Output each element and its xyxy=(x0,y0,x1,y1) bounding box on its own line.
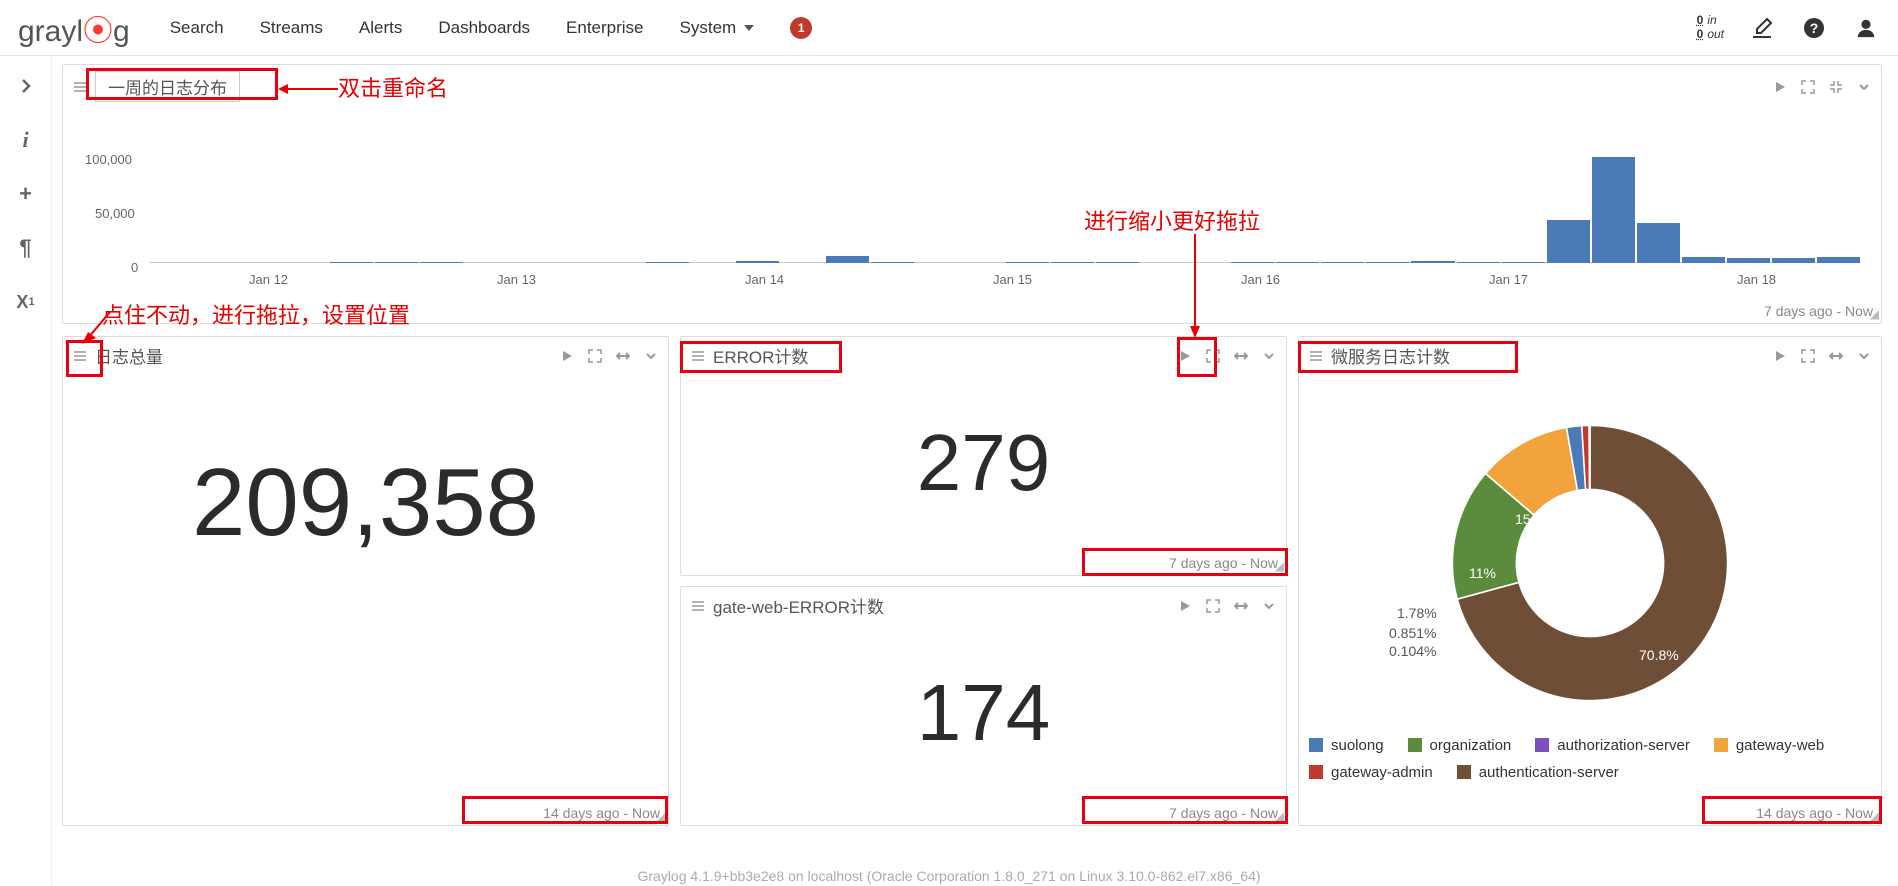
widget-title[interactable]: ERROR计数 xyxy=(713,343,808,368)
throughput-indicator: 0 in 0 out xyxy=(1697,14,1724,40)
widget-title[interactable]: gate-web-ERROR计数 xyxy=(713,593,884,618)
move-icon[interactable] xyxy=(1829,349,1843,363)
play-icon[interactable] xyxy=(1773,349,1787,363)
drag-icon[interactable] xyxy=(691,599,705,613)
y-tick: 0 xyxy=(131,260,138,275)
drag-icon[interactable] xyxy=(73,349,87,363)
svg-text:?: ? xyxy=(1810,20,1819,36)
notifications-badge[interactable]: 1 xyxy=(790,17,812,39)
expand-icon[interactable] xyxy=(1801,349,1815,363)
x-tick: Jan 17 xyxy=(1489,272,1528,287)
edit-icon[interactable] xyxy=(1748,14,1776,42)
metric-value: 174 xyxy=(917,667,1050,759)
legend-item[interactable]: gateway-web xyxy=(1714,737,1824,754)
chevron-down-icon[interactable] xyxy=(1262,599,1276,613)
move-icon[interactable] xyxy=(1234,349,1248,363)
move-icon[interactable] xyxy=(616,349,630,363)
widget-title[interactable]: 微服务日志计数 xyxy=(1331,343,1450,368)
sidebar: i + ¶ X1 xyxy=(0,56,52,886)
play-icon[interactable] xyxy=(1178,599,1192,613)
chevron-down-icon[interactable] xyxy=(1857,349,1871,363)
chevron-down-icon[interactable] xyxy=(644,349,658,363)
legend-item[interactable]: suolong xyxy=(1309,737,1384,754)
sidebar-plus-icon[interactable]: + xyxy=(12,180,40,208)
move-icon[interactable] xyxy=(1234,599,1248,613)
footer-version: Graylog 4.1.9+bb3e2e8 on localhost (Orac… xyxy=(637,868,1260,884)
x-tick: Jan 13 xyxy=(497,272,536,287)
bar-chart xyxy=(149,146,1861,263)
widget-microservice-logs: 微服务日志计数 0.104% 0.851% 1.78% 11% 15.5% 70… xyxy=(1298,336,1882,826)
legend: suolong organization authorization-serve… xyxy=(1299,733,1881,783)
resize-handle[interactable]: ◢ xyxy=(657,809,666,823)
nav-right: 0 in 0 out ? xyxy=(1697,14,1880,42)
collapse-icon[interactable] xyxy=(1829,80,1843,94)
drag-icon[interactable] xyxy=(73,80,87,94)
expand-icon[interactable] xyxy=(1206,599,1220,613)
resize-handle[interactable]: ◢ xyxy=(1275,809,1284,823)
widget-title[interactable]: 日志总量 xyxy=(95,343,163,368)
main: i + ¶ X1 一周的日志分布 100,000 50,000 xyxy=(0,56,1898,886)
widget-title[interactable]: 一周的日志分布 xyxy=(95,71,240,102)
slice-label: 1.78% xyxy=(1397,605,1437,621)
navbar: grayl⦿g Search Streams Alerts Dashboards… xyxy=(0,0,1898,56)
drag-icon[interactable] xyxy=(1309,349,1323,363)
slice-label: 11% xyxy=(1469,565,1496,581)
widget-footer: 7 days ago - Now xyxy=(63,301,1881,323)
y-tick: 100,000 xyxy=(85,152,132,167)
dashboard-content: 一周的日志分布 100,000 50,000 0 Jan 12 Jan 13 J… xyxy=(52,56,1898,886)
donut-chart xyxy=(1410,403,1770,723)
nav-streams[interactable]: Streams xyxy=(260,18,323,38)
widget-gateweb-error: gate-web-ERROR计数 174 7 days ago - Now ◢ xyxy=(680,586,1287,826)
resize-handle[interactable]: ◢ xyxy=(1870,307,1879,321)
expand-icon[interactable] xyxy=(588,349,602,363)
slice-label: 15.5% xyxy=(1515,511,1555,527)
x-tick: Jan 14 xyxy=(745,272,784,287)
nav-enterprise[interactable]: Enterprise xyxy=(566,18,643,38)
y-tick: 50,000 xyxy=(95,206,135,221)
nav-links: Search Streams Alerts Dashboards Enterpr… xyxy=(170,17,812,39)
chevron-down-icon xyxy=(744,25,754,31)
resize-handle[interactable]: ◢ xyxy=(1275,559,1284,573)
sidebar-info-icon[interactable]: i xyxy=(12,126,40,154)
x-tick: Jan 18 xyxy=(1737,272,1776,287)
slice-label: 0.851% xyxy=(1389,625,1436,641)
widget-footer: 14 days ago - Now xyxy=(63,803,668,825)
metric-value: 209,358 xyxy=(192,448,539,558)
widget-week-distribution: 一周的日志分布 100,000 50,000 0 Jan 12 Jan 13 J… xyxy=(62,64,1882,324)
drag-icon[interactable] xyxy=(691,349,705,363)
help-icon[interactable]: ? xyxy=(1800,14,1828,42)
legend-item[interactable]: gateway-admin xyxy=(1309,764,1433,781)
resize-handle[interactable]: ◢ xyxy=(1870,809,1879,823)
sidebar-x1-icon[interactable]: X1 xyxy=(12,288,40,316)
nav-system[interactable]: System xyxy=(680,18,755,38)
x-tick: Jan 12 xyxy=(249,272,288,287)
widget-footer: 14 days ago - Now xyxy=(1299,803,1881,825)
play-icon[interactable] xyxy=(1178,349,1192,363)
x-tick: Jan 16 xyxy=(1241,272,1280,287)
metric-value: 279 xyxy=(917,417,1050,509)
expand-icon[interactable] xyxy=(1801,80,1815,94)
chevron-down-icon[interactable] xyxy=(1857,80,1871,94)
legend-item[interactable]: organization xyxy=(1408,737,1512,754)
nav-dashboards[interactable]: Dashboards xyxy=(438,18,530,38)
x-tick: Jan 15 xyxy=(993,272,1032,287)
sidebar-chevron[interactable] xyxy=(12,72,40,100)
widget-footer: 7 days ago - Now xyxy=(681,803,1286,825)
nav-search[interactable]: Search xyxy=(170,18,224,38)
legend-item[interactable]: authorization-server xyxy=(1535,737,1690,754)
sidebar-paragraph-icon[interactable]: ¶ xyxy=(12,234,40,262)
user-icon[interactable] xyxy=(1852,14,1880,42)
brand-logo[interactable]: grayl⦿g xyxy=(18,6,130,50)
expand-icon[interactable] xyxy=(1206,349,1220,363)
legend-item[interactable]: authentication-server xyxy=(1457,764,1619,781)
widget-footer: 7 days ago - Now xyxy=(681,553,1286,575)
widget-error-count: ERROR计数 279 7 days ago - Now ◢ xyxy=(680,336,1287,576)
slice-label: 0.104% xyxy=(1389,643,1436,659)
widget-total-logs: 日志总量 209,358 14 days ago - Now ◢ xyxy=(62,336,669,826)
play-icon[interactable] xyxy=(1773,80,1787,94)
nav-alerts[interactable]: Alerts xyxy=(359,18,402,38)
slice-label: 70.8% xyxy=(1639,647,1679,663)
chevron-down-icon[interactable] xyxy=(1262,349,1276,363)
play-icon[interactable] xyxy=(560,349,574,363)
